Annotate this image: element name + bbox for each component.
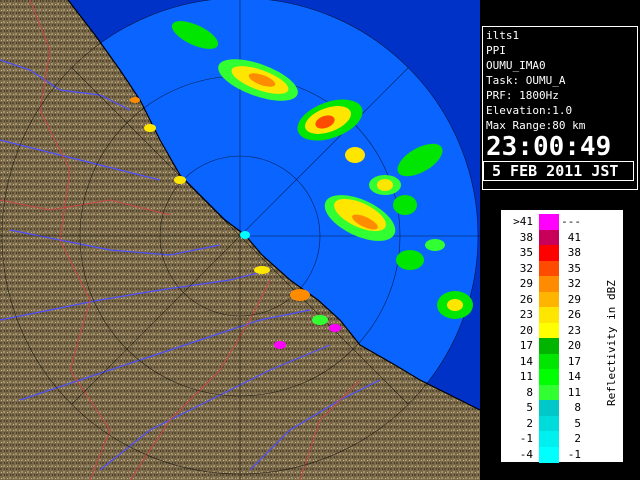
product-name: OUMU_IMA0: [486, 59, 546, 72]
legend-row-max-label: 41: [567, 230, 581, 244]
legend-row-max-label: 32: [567, 277, 581, 290]
legend-row-max-label: 29: [567, 292, 581, 306]
legend-row-min-label: -4: [519, 447, 533, 461]
legend-row-min-label: 20: [519, 323, 533, 337]
elevation-value: Elevation:1.0: [486, 104, 573, 117]
legend-row-max-label: 11: [567, 385, 581, 399]
scan-date: 5 FEB 2011 JST: [483, 161, 634, 181]
legend-row-min-label: 11: [519, 370, 533, 383]
legend-row-min-label: 26: [519, 292, 533, 306]
legend-row-min-label: 5: [526, 401, 533, 414]
legend-row-min-label: 29: [519, 277, 533, 290]
legend-row-max-label: 8: [574, 401, 581, 414]
legend-row-max-label: ---: [561, 215, 581, 228]
legend-row-max-label: 20: [567, 339, 581, 352]
legend-row-max-label: 38: [567, 246, 581, 259]
legend-row-min-label: 35: [519, 246, 533, 259]
legend-row-max-label: 23: [567, 323, 581, 337]
legend-row-min-label: -1: [519, 432, 533, 445]
legend-row-min-label: 32: [519, 261, 533, 275]
site-name: ilts1: [486, 29, 520, 42]
legend-row-max-label: -1: [567, 447, 581, 461]
legend-row-min-label: 38: [519, 230, 533, 244]
legend-row-min-label: 8: [526, 385, 533, 399]
legend-row-min-label: >41: [513, 215, 533, 228]
scan-time: 23:00:49: [486, 132, 612, 162]
legend-row-min-label: 17: [519, 339, 533, 352]
legend-row-max-label: 5: [574, 416, 581, 430]
legend-row-min-label: 23: [519, 308, 533, 321]
prf-value: PRF: 1800Hz: [486, 89, 559, 102]
legend-row-max-label: 14: [567, 370, 581, 383]
radar-map: [0, 0, 480, 480]
legend-title: Reflectivity in dBZ: [605, 280, 618, 406]
legend-row-min-label: 2: [526, 416, 533, 430]
max-range-value: Max Range:80 km: [486, 119, 586, 132]
legend-row-max-label: 35: [567, 261, 581, 275]
scan-mode: PPI: [486, 44, 506, 57]
legend-row-max-label: 26: [567, 308, 581, 321]
info-panel: ilts1 PPI OUMU_IMA0 Task: OUMU_A PRF: 18…: [482, 26, 638, 190]
task-name: Task: OUMU_A: [486, 74, 566, 87]
legend-row-min-label: 14: [519, 354, 533, 368]
legend-row-max-label: 2: [574, 432, 581, 445]
legend-row-max-label: 17: [567, 354, 581, 368]
reflectivity-legend: >41 --- 38 41 35 38 32 35 29 32 26 29 23 26 20 23 17 20 14…: [500, 209, 624, 463]
